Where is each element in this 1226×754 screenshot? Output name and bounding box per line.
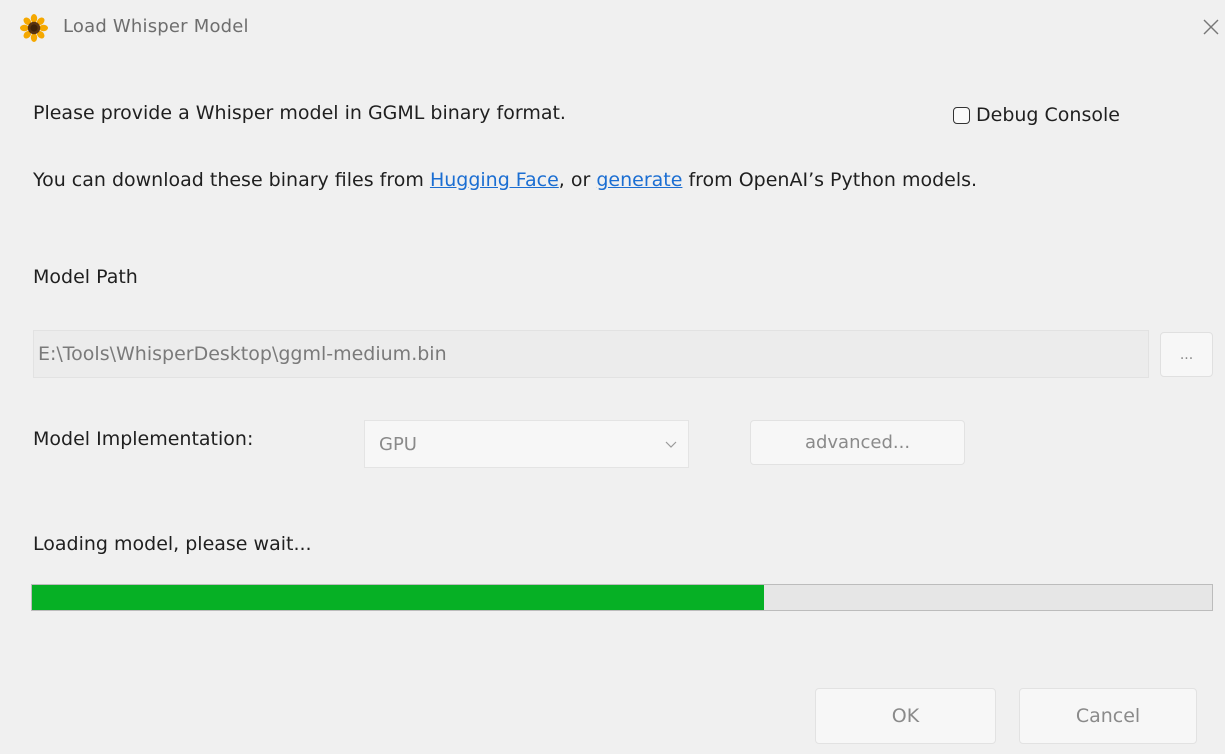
close-icon[interactable]: [1198, 14, 1224, 40]
checkbox-box[interactable]: [953, 106, 970, 124]
model-implementation-label: Model Implementation:: [33, 428, 254, 450]
loading-status: Loading model, please wait...: [33, 533, 312, 555]
model-path-label: Model Path: [33, 266, 138, 288]
ok-button[interactable]: OK: [815, 688, 996, 744]
download-info-suffix: from OpenAI’s Python models.: [682, 169, 978, 191]
progress-fill: [32, 585, 764, 610]
model-path-input[interactable]: [33, 330, 1149, 378]
load-whisper-model-dialog: Load Whisper Model Please provide a Whis…: [0, 0, 1226, 754]
model-implementation-value: GPU: [379, 434, 417, 455]
debug-console-checkbox[interactable]: Debug Console: [953, 102, 1120, 128]
cancel-button[interactable]: Cancel: [1019, 688, 1197, 744]
loading-progress-bar: [31, 584, 1213, 611]
hugging-face-link[interactable]: Hugging Face: [430, 169, 559, 191]
generate-link[interactable]: generate: [596, 169, 682, 191]
model-implementation-select[interactable]: GPU: [364, 420, 689, 468]
download-info-text: You can download these binary files from…: [33, 163, 1173, 197]
download-info-mid: , or: [558, 169, 597, 191]
sunflower-icon: [20, 14, 48, 42]
debug-console-label: Debug Console: [976, 104, 1120, 126]
chevron-down-icon: [665, 441, 677, 448]
window-title: Load Whisper Model: [63, 16, 249, 37]
advanced-button[interactable]: advanced...: [750, 420, 965, 465]
intro-text: Please provide a Whisper model in GGML b…: [33, 102, 566, 124]
browse-button[interactable]: ...: [1160, 332, 1213, 377]
download-info-prefix: You can download these binary files from: [33, 169, 430, 191]
title-bar: Load Whisper Model: [0, 0, 1226, 62]
